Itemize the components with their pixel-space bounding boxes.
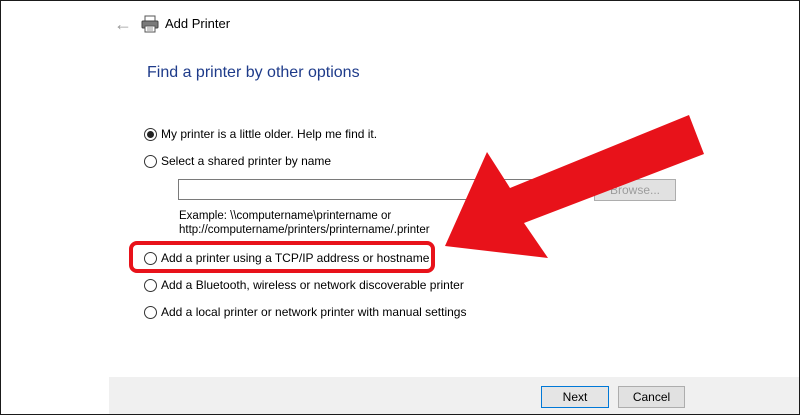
back-arrow-icon[interactable]: ← [112, 13, 134, 35]
highlight-box [129, 241, 435, 273]
example-text: Example: \\computername\printername or h… [179, 209, 430, 237]
red-arrow-annotation [445, 115, 704, 258]
option-label: My printer is a little older. Help me fi… [161, 127, 378, 141]
radio-button[interactable] [144, 154, 157, 168]
option-label: Add a Bluetooth, wireless or network dis… [161, 278, 464, 292]
window-title: Add Printer [165, 16, 231, 31]
option-label: Select a shared printer by name [161, 154, 332, 168]
option-bluetooth-wireless[interactable]: Add a Bluetooth, wireless or network dis… [144, 276, 464, 294]
add-printer-dialog: ← Add Printer Find a printer by other op… [0, 0, 800, 415]
option-label: Add a local printer or network printer w… [161, 305, 467, 319]
page-heading: Find a printer by other options [147, 64, 360, 81]
example-line-2: http://computername/printers/printername… [179, 224, 430, 236]
option-older-printer[interactable]: My printer is a little older. Help me fi… [144, 125, 377, 143]
printer-icon [141, 15, 159, 33]
radio-button[interactable] [144, 305, 157, 319]
next-button[interactable]: Next [541, 386, 609, 408]
example-line-1: Example: \\computername\printername or [179, 210, 392, 222]
dialog-header: ← Add Printer [1, 1, 799, 49]
option-local-manual[interactable]: Add a local printer or network printer w… [144, 303, 466, 321]
radio-button[interactable] [144, 127, 157, 141]
dialog-footer [109, 377, 799, 414]
shared-printer-input[interactable] [178, 179, 584, 200]
browse-button[interactable]: Browse... [594, 179, 676, 201]
radio-button[interactable] [144, 278, 157, 292]
option-shared-printer[interactable]: Select a shared printer by name [144, 152, 331, 170]
cancel-button[interactable]: Cancel [618, 386, 685, 408]
